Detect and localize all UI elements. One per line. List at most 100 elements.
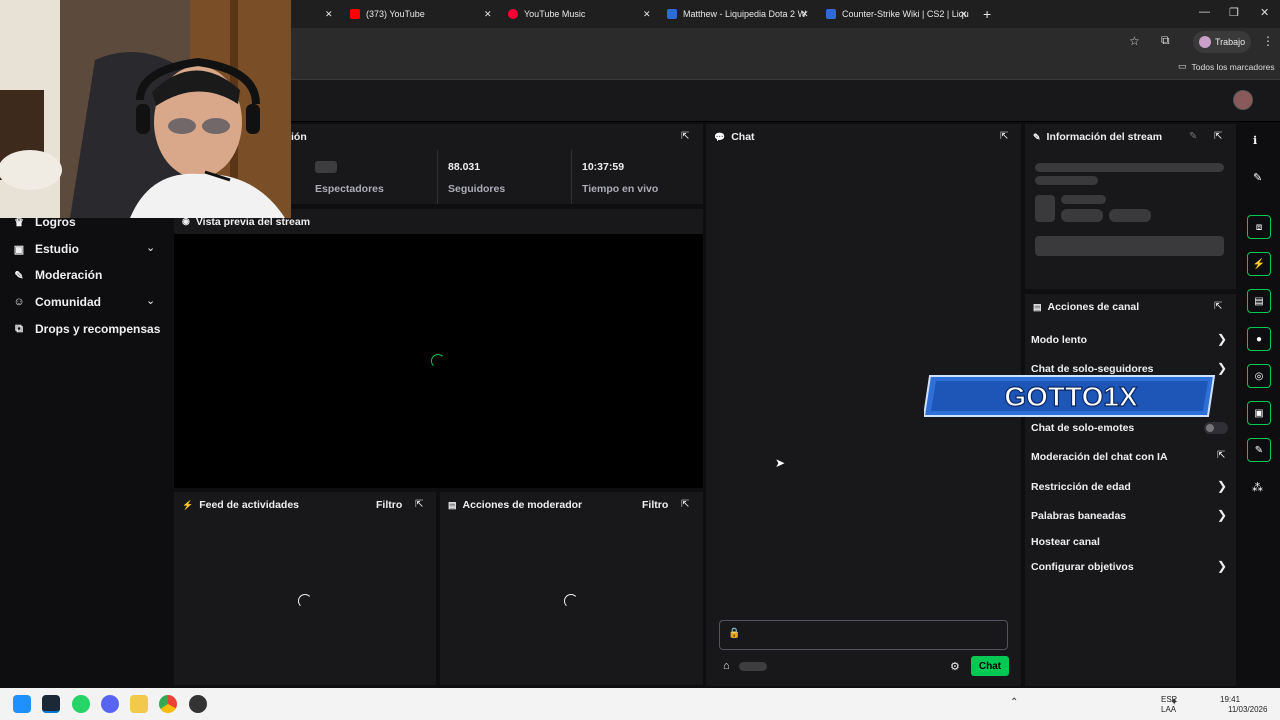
action-configure-goals[interactable]: Configurar objetivos (1031, 561, 1134, 573)
loading-placeholder (1109, 209, 1151, 222)
external-link-icon[interactable]: ⇱ (1217, 450, 1225, 461)
minimize-button[interactable]: — (1199, 6, 1210, 18)
language-top[interactable]: ESP (1161, 695, 1177, 704)
edit-icon[interactable]: ✎ (1189, 131, 1197, 142)
steam-icon[interactable] (42, 695, 60, 713)
avatar (1199, 36, 1211, 48)
chat-bubble-icon[interactable]: ● (1247, 327, 1271, 351)
action-banned-words[interactable]: Palabras baneadas (1031, 510, 1126, 522)
action-ai-moderation[interactable]: Moderación del chat con IA (1031, 451, 1168, 463)
loading-placeholder (1061, 209, 1103, 222)
kebab-menu-icon[interactable]: ⋮ (1262, 34, 1274, 48)
loading-placeholder (315, 161, 337, 173)
clock-time[interactable]: 19:41 (1220, 695, 1240, 704)
liquipedia-icon (667, 9, 677, 19)
loading-placeholder (1061, 195, 1106, 204)
tab-youtube[interactable]: (373) YouTube (350, 0, 425, 28)
address-bar[interactable] (290, 30, 1130, 54)
panel-icon[interactable]: ▣ (1247, 401, 1271, 425)
lightning-icon[interactable]: ⚡ (1247, 252, 1271, 276)
popout-icon[interactable]: ⇱ (415, 499, 423, 510)
filter-button[interactable]: Filtro (642, 499, 668, 511)
chevron-right-icon[interactable]: ❯ (1217, 559, 1227, 573)
followers-count: 88.031 (448, 161, 481, 173)
store-icon[interactable]: ⌂ (723, 660, 730, 672)
tab-close-icon[interactable]: ✕ (643, 0, 651, 28)
chevron-right-icon[interactable]: ❯ (1217, 508, 1227, 522)
stream-info-panel: ✎ Información del stream ✎ ⇱ (1025, 124, 1236, 289)
stat-label: Seguidores (448, 183, 506, 195)
document-icon[interactable]: ▤ (1247, 289, 1271, 313)
chat-input[interactable]: 🔒 (719, 620, 1008, 650)
discord-icon[interactable] (101, 695, 119, 713)
all-bookmarks-folder[interactable]: ▭ Todos los marcadores (1178, 61, 1275, 72)
loading-spinner (431, 354, 445, 368)
popout-icon[interactable]: ⇱ (1214, 131, 1222, 142)
panel-title: Información del stream (1046, 131, 1163, 143)
broadcast-icon[interactable]: ◎ (1247, 364, 1271, 388)
nav-item-comunidad[interactable]: ☺ Comunidad (12, 295, 101, 309)
windows-start-icon[interactable] (13, 695, 31, 713)
action-host-channel[interactable]: Hostear canal (1031, 536, 1100, 548)
logo-text: GOTTO1X (1004, 381, 1138, 412)
clock-date[interactable]: 11/03/2026 (1228, 705, 1267, 714)
file-explorer-icon[interactable] (130, 695, 148, 713)
action-slow-mode[interactable]: Modo lento (1031, 334, 1087, 346)
tray-expand-icon[interactable]: ⌃ (1010, 697, 1018, 708)
wrench-icon[interactable]: ✎ (1247, 438, 1271, 462)
profile-button[interactable]: Trabajo (1193, 31, 1251, 53)
chevron-down-icon[interactable]: ⌄ (146, 294, 155, 307)
star-icon[interactable]: ☆ (1129, 34, 1140, 48)
filter-button[interactable]: Filtro (376, 499, 402, 511)
nav-item-drops[interactable]: ⧉ Drops y recompensas (12, 322, 160, 336)
nav-item-estudio[interactable]: ▣ Estudio (12, 242, 79, 256)
maximize-button[interactable]: ❐ (1229, 6, 1239, 19)
document-icon: ▤ (448, 499, 457, 510)
app-icon[interactable] (189, 695, 207, 713)
close-window-button[interactable]: ✕ (1260, 6, 1269, 19)
live-time: 10:37:59 (582, 161, 625, 173)
divider (437, 150, 438, 204)
more-icon[interactable]: ⁂ (1252, 481, 1263, 494)
bookmarks-label: Todos los marcadores (1191, 61, 1275, 72)
user-avatar[interactable] (1233, 90, 1253, 110)
lock-icon: 🔒 (728, 628, 741, 639)
nav-item-moderacion[interactable]: ✎ Moderación (12, 268, 102, 282)
chevron-right-icon[interactable]: ❯ (1217, 479, 1227, 493)
tab-liquipedia-dota[interactable]: Matthew - Liquipedia Dota 2 W (667, 0, 806, 28)
language-bottom[interactable]: LAA (1161, 705, 1176, 714)
chevron-right-icon[interactable]: ❯ (1217, 332, 1227, 346)
panel-title: Acciones de moderador (462, 499, 583, 511)
chevron-down-icon[interactable]: ⌄ (146, 241, 155, 254)
popout-icon[interactable]: ⇱ (681, 499, 689, 510)
pencil-icon[interactable]: ✎ (1253, 171, 1262, 184)
new-tab-button[interactable]: + (983, 0, 991, 28)
tab-youtube-music[interactable]: YouTube Music (508, 0, 585, 28)
tab-close-icon[interactable]: ✕ (484, 0, 492, 28)
popout-icon[interactable]: ⇱ (681, 131, 689, 142)
tab-close-icon[interactable]: ✕ (325, 0, 333, 28)
system-tray-icons[interactable] (1031, 698, 1151, 710)
youtube-icon (350, 9, 360, 19)
action-age-restriction[interactable]: Restricción de edad (1031, 481, 1131, 493)
emotes-only-toggle[interactable] (1204, 422, 1228, 434)
clip-icon[interactable]: ⧈ (1247, 215, 1271, 239)
activity-feed-panel: ⚡ Feed de actividades Filtro ⇱ (174, 492, 436, 685)
popout-icon[interactable]: ⇱ (1214, 301, 1222, 312)
gear-icon[interactable]: ⚙ (950, 660, 960, 673)
tab-liquipedia-cs[interactable]: Counter-Strike Wiki | CS2 | Liqu (826, 0, 969, 28)
tab-close-icon[interactable]: ✕ (960, 0, 968, 28)
info-icon[interactable]: ℹ (1253, 134, 1257, 147)
whatsapp-icon[interactable] (72, 695, 90, 713)
popout-icon[interactable]: ⇱ (1000, 131, 1008, 142)
loading-spinner (564, 594, 578, 608)
chevron-right-icon[interactable]: ❯ (1217, 361, 1227, 375)
tab-close-icon[interactable]: ✕ (801, 0, 809, 28)
extensions-icon[interactable]: ⧉ (1161, 33, 1170, 48)
loading-placeholder (1035, 195, 1055, 222)
chrome-icon[interactable] (159, 695, 177, 713)
loading-placeholder (1035, 163, 1224, 172)
chat-send-button[interactable]: Chat (971, 656, 1009, 676)
gift-icon: ⧉ (15, 322, 23, 335)
loading-spinner (298, 594, 312, 608)
